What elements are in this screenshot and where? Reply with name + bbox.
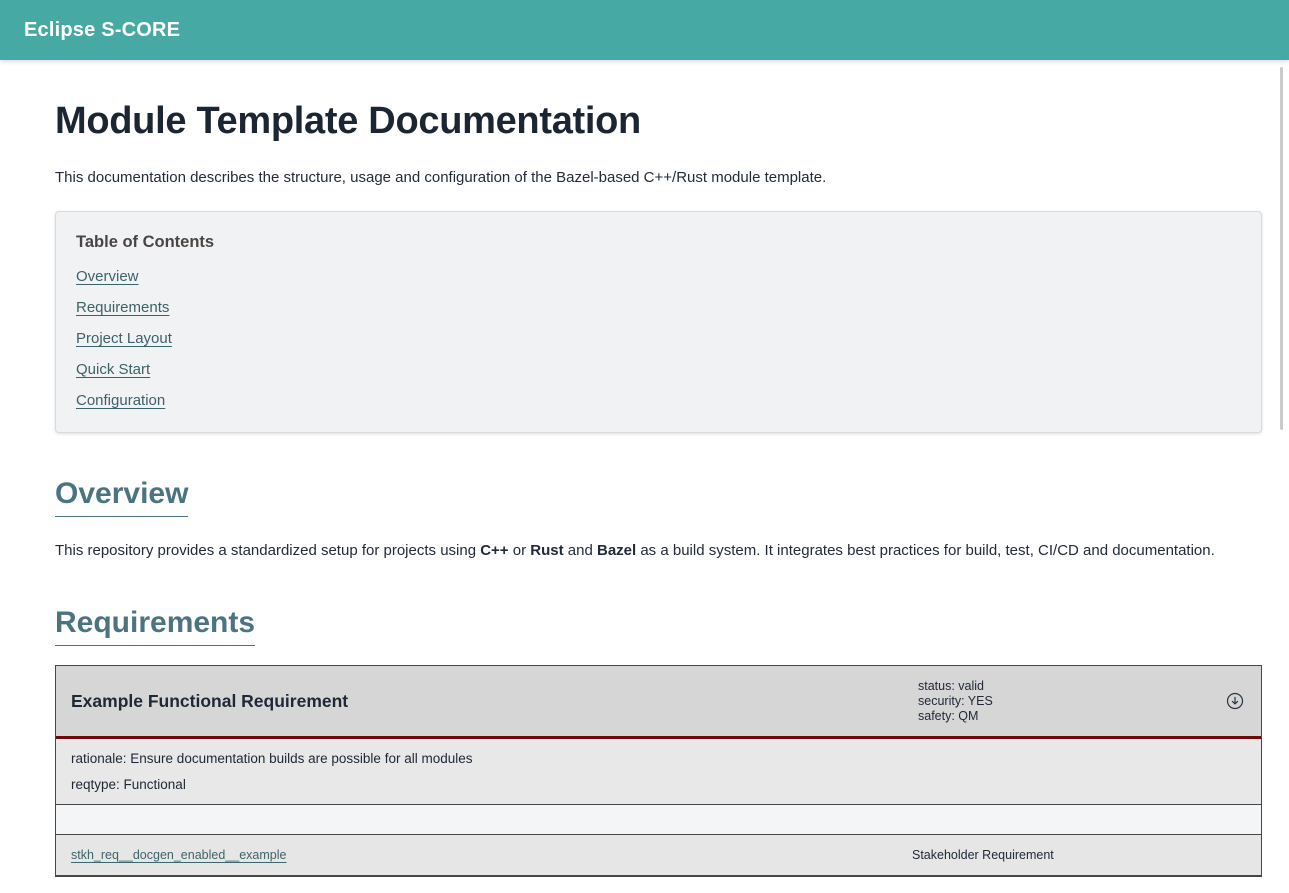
requirement-card: Example Functional Requirement status: v… (55, 665, 1262, 877)
collapse-button[interactable] (1224, 690, 1246, 712)
requirement-safety: safety: QM (918, 709, 1206, 724)
requirement-status: status: valid (918, 679, 1206, 694)
toc-link-quick-start[interactable]: Quick Start (76, 361, 150, 378)
overview-heading-link[interactable]: Overview (55, 477, 188, 517)
app-title: Eclipse S-CORE (24, 19, 180, 42)
requirement-rationale: rationale: Ensure documentation builds a… (71, 752, 1246, 766)
main-content: Module Template Documentation This docum… (0, 100, 1289, 877)
section-heading-requirements: Requirements (55, 606, 1262, 646)
requirement-links-row: stkh_req__docgen_enabled__example Stakeh… (56, 835, 1261, 875)
toc-link-overview[interactable]: Overview (76, 268, 139, 285)
linked-requirement-link[interactable]: stkh_req__docgen_enabled__example (71, 848, 912, 862)
overview-paragraph: This repository provides a standardized … (55, 540, 1262, 562)
toc-item: Overview (76, 268, 1241, 286)
linked-requirement-type: Stakeholder Requirement (912, 848, 1261, 862)
requirement-reqtype: reqtype: Functional (71, 778, 1246, 792)
section-heading-overview: Overview (55, 477, 1262, 517)
app-header: Eclipse S-CORE (0, 0, 1289, 60)
intro-paragraph: This documentation describes the structu… (55, 167, 1262, 189)
toc-item: Project Layout (76, 330, 1241, 348)
scrollbar-thumb[interactable] (1280, 67, 1283, 430)
toc-item: Quick Start (76, 361, 1241, 379)
requirements-heading-link[interactable]: Requirements (55, 606, 255, 646)
toc-panel: Table of Contents Overview Requirements … (55, 211, 1262, 433)
toc-link-configuration[interactable]: Configuration (76, 392, 165, 409)
toc-title: Table of Contents (76, 233, 1241, 252)
requirement-title: Example Functional Requirement (71, 691, 918, 712)
toc-link-requirements[interactable]: Requirements (76, 299, 169, 316)
toc-item: Configuration (76, 392, 1241, 410)
requirement-body: rationale: Ensure documentation builds a… (56, 739, 1261, 805)
toc-link-project-layout[interactable]: Project Layout (76, 330, 172, 347)
requirement-card-header: Example Functional Requirement status: v… (56, 666, 1261, 739)
requirement-spacer-row (56, 805, 1261, 835)
toc-list: Overview Requirements Project Layout Qui… (76, 268, 1241, 410)
requirement-security: security: YES (918, 694, 1206, 709)
toc-item: Requirements (76, 299, 1241, 317)
circled-arrow-down-icon (1226, 692, 1244, 710)
requirement-meta: status: valid security: YES safety: QM (918, 679, 1206, 724)
page-title: Module Template Documentation (55, 100, 1262, 144)
